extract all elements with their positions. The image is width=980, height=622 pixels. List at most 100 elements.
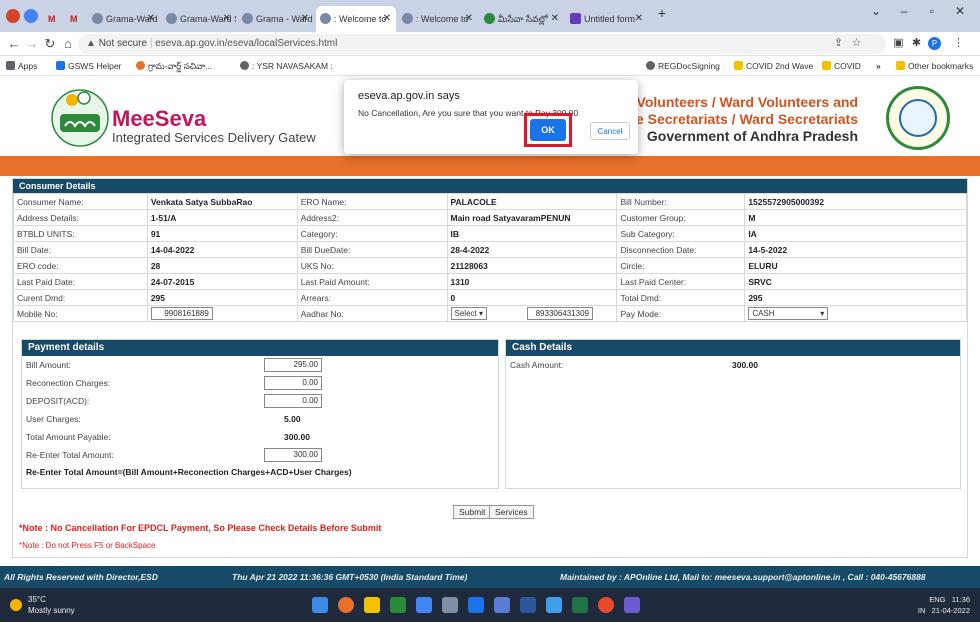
tab-welcome-active[interactable]: : Welcome to ✕: [316, 6, 396, 32]
tab-untitled-form[interactable]: Untitled form ✕: [566, 6, 648, 32]
field-value: IB: [446, 225, 618, 242]
reload-icon[interactable]: ↻: [42, 35, 58, 53]
app-icon[interactable]: [468, 597, 484, 613]
payment-details-panel: Payment details Bill Amount: 295.00 Recon…: [21, 339, 499, 489]
app-icon[interactable]: [624, 597, 640, 613]
tab-grama-ward-3[interactable]: Grama - Ward ✕: [238, 6, 314, 32]
field-value: PALACOLE: [446, 193, 618, 210]
app-icon[interactable]: [390, 597, 406, 613]
field-label: UKS No:: [296, 257, 448, 274]
aadhar-select[interactable]: Select ▾: [450, 307, 487, 320]
bookmark-covid[interactable]: COVID: [822, 56, 861, 76]
app-icon[interactable]: [338, 597, 354, 613]
system-tray[interactable]: ENG 11:36 IN 21-04-2022: [918, 594, 970, 616]
excel-icon[interactable]: [572, 597, 588, 613]
consumer-details-table: Consumer Name: Venkata Satya SubbaRao ERO …: [13, 193, 967, 322]
sun-icon[interactable]: [10, 599, 22, 611]
new-tab-button[interactable]: +: [652, 5, 672, 21]
screen: M M Grama-Ward S✕ Grama-Ward S✕ Grama - …: [0, 0, 980, 622]
windows-start-icon[interactable]: [312, 597, 328, 613]
bookmark-grama-ward[interactable]: గ్రామ-వార్డ్ సచివా...: [136, 56, 212, 76]
maximize-icon[interactable]: ▫: [922, 4, 942, 18]
tab-welcome-2[interactable]: : Welcome to ✕: [398, 6, 478, 32]
tab-search-icon[interactable]: ⌄: [866, 4, 886, 18]
footer-maintained: Maintained by : APOnline Ltd, Mail to: m…: [560, 572, 926, 582]
aadhar-label: Aadhar No:: [296, 305, 448, 322]
cancel-button[interactable]: Cancel: [590, 122, 630, 140]
window-close-icon[interactable]: ✕: [950, 4, 970, 18]
table-row: Mobile No: 9908161889 Aadhar No: Select …: [13, 305, 967, 322]
deposit-input[interactable]: 0.00: [264, 394, 322, 408]
tab-icon[interactable]: [24, 9, 38, 23]
services-button[interactable]: Services: [489, 505, 534, 519]
aadhar-number-input[interactable]: 893306431309: [526, 307, 593, 320]
close-icon[interactable]: ✕: [635, 6, 643, 32]
reconnection-row: Reconection Charges: 0.00: [22, 374, 498, 392]
close-icon[interactable]: ✕: [551, 6, 559, 32]
tab-favicon-icon: [242, 13, 253, 24]
close-icon[interactable]: ✕: [223, 6, 231, 32]
field-label: Bill Date:: [13, 241, 148, 258]
ok-button[interactable]: OK: [530, 119, 566, 141]
folder-icon: [896, 61, 905, 70]
minimize-icon[interactable]: –: [894, 4, 914, 18]
close-icon[interactable]: ✕: [147, 6, 155, 32]
close-icon[interactable]: ✕: [301, 6, 309, 32]
bookmark-gsws-helper[interactable]: GSWS Helper: [56, 56, 121, 76]
close-icon[interactable]: ✕: [465, 6, 473, 32]
app-icon[interactable]: [416, 597, 432, 613]
reenter-total-input[interactable]: 300.00: [264, 448, 322, 462]
bookmark-other[interactable]: Other bookmarks: [896, 56, 973, 76]
star-icon[interactable]: ☆: [850, 37, 863, 50]
field-label: Total Dmd:: [616, 289, 746, 306]
field-label: Bill Number:: [616, 193, 746, 210]
chrome-taskbar-icon[interactable]: [598, 597, 614, 613]
forward-icon[interactable]: →: [24, 35, 40, 53]
app-icon[interactable]: [520, 597, 536, 613]
paymode-select[interactable]: CASH ▾: [748, 307, 829, 320]
field-label: ERO code:: [13, 257, 148, 274]
field-label: Circle:: [616, 257, 746, 274]
bookmark-apps[interactable]: Apps: [6, 56, 37, 76]
address-bar[interactable]: ▲ Not secure | eseva.ap.gov.in/eseva/loc…: [78, 34, 886, 54]
menu-icon[interactable]: ⋮: [952, 37, 965, 50]
windows-taskbar: 35°C Mostly sunny ENG 11:36 IN 21-04-202…: [0, 588, 980, 622]
puzzle-icon[interactable]: ✱: [910, 37, 923, 50]
table-row: Last Paid Date: 24-07-2015 Last Paid Amoun…: [13, 273, 967, 290]
bookmarks-overflow[interactable]: »: [876, 56, 881, 76]
apps-icon: [6, 61, 15, 70]
tab-favicon-icon: [166, 13, 177, 24]
table-row: BTBLD UNITS: 91 Category: IB Sub Category: IA: [13, 225, 967, 242]
field-value: 14-5-2022: [744, 241, 967, 258]
mobile-number-input[interactable]: 9908161889: [150, 307, 213, 320]
tab-gmail-2[interactable]: M: [64, 6, 86, 32]
extension-icon[interactable]: ▣: [892, 37, 905, 50]
tab-gmail-1[interactable]: M: [42, 6, 64, 32]
file-explorer-icon[interactable]: [364, 597, 380, 613]
home-icon[interactable]: ⌂: [60, 35, 76, 53]
brand-name: MeeSeva: [112, 106, 207, 131]
weather-widget[interactable]: 35°C Mostly sunny: [28, 594, 75, 616]
submit-button[interactable]: Submit: [453, 505, 492, 519]
tab-meeseva-telugu[interactable]: మీసేవా సేవల్లో ✕: [480, 6, 564, 32]
close-icon[interactable]: ✕: [383, 6, 391, 32]
reconnection-charges-input[interactable]: 0.00: [264, 376, 322, 390]
tab-grama-ward-1[interactable]: Grama-Ward S✕: [88, 6, 160, 32]
app-icon[interactable]: [494, 597, 510, 613]
back-icon[interactable]: ←: [6, 35, 22, 53]
chrome-icon[interactable]: [6, 9, 20, 23]
bookmark-covid-2nd-wave[interactable]: COVID 2nd Wave: [734, 56, 813, 76]
share-icon[interactable]: ⇪: [832, 37, 845, 50]
tab-favicon-icon: [484, 13, 495, 24]
app-icon[interactable]: [442, 597, 458, 613]
tab-grama-ward-2[interactable]: Grama-Ward S ✕: [162, 6, 236, 32]
field-value: 1310: [446, 273, 618, 290]
bill-amount-input[interactable]: 295.00: [264, 358, 322, 372]
field-label: Sub Category:: [616, 225, 746, 242]
bookmark-ysr-navasakam[interactable]: : YSR NAVASAKAM :: [240, 56, 333, 76]
app-icon[interactable]: [546, 597, 562, 613]
field-value: Main road SatyavaramPENUN: [446, 209, 618, 226]
ap-emblem-icon: [886, 86, 950, 150]
profile-avatar[interactable]: P: [928, 37, 941, 50]
bookmark-regdocsigning[interactable]: REGDocSigning: [646, 56, 720, 76]
